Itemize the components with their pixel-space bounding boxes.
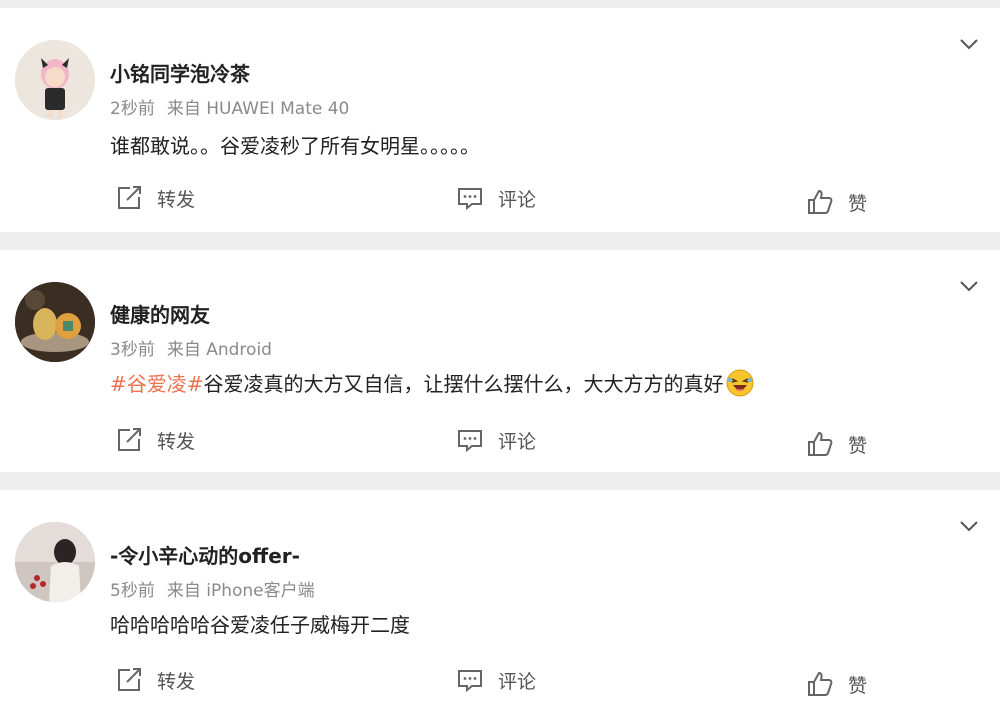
chevron-down-icon[interactable] [958, 278, 980, 294]
post-source: 来自 HUAWEI Mate 40 [166, 99, 350, 119]
comment-feed: 小铭同学泡冷茶 2秒前 来自 HUAWEI Mate 40 谁都敢说。。谷爱凌秒了… [0, 0, 1000, 713]
like-label: 赞 [848, 674, 868, 697]
comment-card: -令小辛心动的offer- 5秒前 来自 iPhone客户端 哈哈哈哈哈谷爱凌任子… [0, 490, 1000, 713]
comment-icon [458, 670, 482, 693]
like-icon [808, 671, 833, 696]
post-meta: 3秒前 来自 Android [110, 335, 272, 360]
username[interactable]: -令小辛心动的offer- [110, 540, 300, 569]
chevron-down-icon[interactable] [958, 36, 980, 52]
repost-button[interactable]: 转发 [115, 660, 195, 700]
comment-card: 健康的网友 3秒前 来自 Android #谷爱凌#谷爱凌真的大方又自信，让摆什么… [0, 250, 1000, 472]
post-source: 来自 Android [166, 340, 272, 360]
like-icon [808, 431, 833, 456]
comment-label: 评论 [498, 188, 537, 211]
post-time: 3秒前 [110, 340, 155, 360]
comment-body: 谷爱凌真的大方又自信，让摆什么摆什么，大大方方的真好 [203, 372, 724, 396]
post-time: 2秒前 [110, 99, 155, 119]
hashtag-link[interactable]: #谷爱凌# [110, 372, 204, 396]
username[interactable]: 健康的网友 [110, 299, 210, 328]
comment-text: 谁都敢说。。谷爱凌秒了所有女明星。。。。。 [110, 134, 480, 158]
post-source: 来自 iPhone客户端 [166, 581, 315, 601]
repost-label: 转发 [157, 670, 196, 693]
post-meta: 2秒前 来自 HUAWEI Mate 40 [110, 94, 349, 119]
like-label: 赞 [848, 434, 868, 457]
like-label: 赞 [848, 192, 868, 215]
post-meta: 5秒前 来自 iPhone客户端 [110, 576, 315, 601]
like-button[interactable]: 赞 [806, 182, 867, 222]
avatar[interactable] [15, 40, 95, 120]
like-button[interactable]: 赞 [806, 424, 867, 464]
comment-icon [458, 188, 482, 211]
repost-label: 转发 [157, 430, 196, 453]
action-bar: 转发 评论 赞 [0, 178, 1000, 218]
repost-label: 转发 [157, 188, 196, 211]
laughing-emoji-icon [726, 369, 754, 397]
comment-button[interactable]: 评论 [456, 660, 536, 700]
comment-card: 小铭同学泡冷茶 2秒前 来自 HUAWEI Mate 40 谁都敢说。。谷爱凌秒了… [0, 8, 1000, 232]
repost-icon [118, 668, 141, 691]
comment-label: 评论 [498, 430, 537, 453]
avatar[interactable] [15, 522, 95, 602]
repost-icon [118, 428, 141, 451]
action-bar: 转发 评论 赞 [0, 660, 1000, 700]
action-bar: 转发 评论 赞 [0, 420, 1000, 460]
comment-icon [458, 430, 482, 453]
like-button[interactable]: 赞 [806, 664, 867, 704]
comment-button[interactable]: 评论 [456, 420, 536, 460]
comment-button[interactable]: 评论 [456, 178, 536, 218]
repost-button[interactable]: 转发 [115, 420, 195, 460]
username[interactable]: 小铭同学泡冷茶 [110, 58, 250, 87]
avatar[interactable] [15, 282, 95, 362]
like-icon [808, 189, 833, 214]
repost-icon [118, 186, 141, 209]
comment-text: #谷爱凌#谷爱凌真的大方又自信，让摆什么摆什么，大大方方的真好 [110, 368, 754, 397]
comment-text: 哈哈哈哈哈谷爱凌任子威梅开二度 [110, 613, 410, 637]
chevron-down-icon[interactable] [958, 518, 980, 534]
post-time: 5秒前 [110, 581, 155, 601]
comment-label: 评论 [498, 670, 537, 693]
repost-button[interactable]: 转发 [115, 178, 195, 218]
